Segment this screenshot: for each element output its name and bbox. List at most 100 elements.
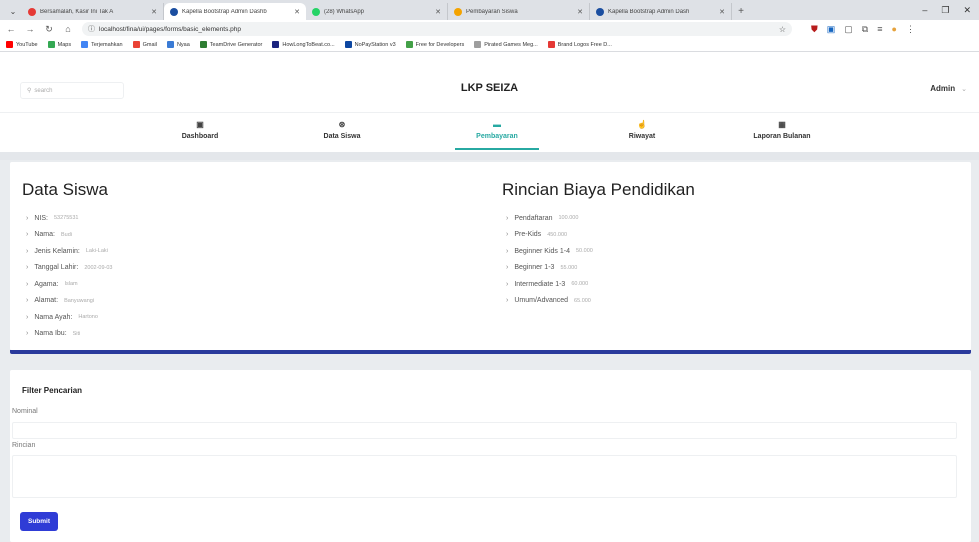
- maximize-icon[interactable]: ❐: [941, 5, 949, 16]
- bookmark-favicon-icon: [6, 41, 13, 48]
- student-data-column: Data Siswa › NIS: 53275531 › Nama: Budi › Jenis…: [22, 180, 112, 342]
- divider: [0, 152, 979, 160]
- field-label: Tanggal Lahir:: [34, 264, 79, 272]
- field-value: 50.000: [576, 248, 593, 255]
- field-label: Nama Ibu:: [34, 330, 67, 338]
- field-label: Intermediate 1-3: [514, 280, 566, 288]
- user-name: Admin: [930, 84, 956, 93]
- bookmark-item[interactable]: TeamDrive Generator: [199, 41, 263, 48]
- fees-title: Rincian Biaya Pendidikan: [502, 180, 695, 199]
- profile-avatar[interactable]: ●: [892, 24, 897, 34]
- bookmark-item[interactable]: Free for Developers: [405, 41, 464, 48]
- bookmark-label: TeamDrive Generator: [209, 41, 263, 48]
- nav-item-laporan-bulanan[interactable]: ▦ Laporan Bulanan: [722, 114, 842, 140]
- bookmark-item[interactable]: Gmail: [132, 41, 157, 48]
- list-item: › Pre-Kids 450.000: [502, 227, 695, 244]
- divider: [0, 112, 979, 113]
- new-tab-button[interactable]: +: [732, 3, 750, 20]
- minimize-icon[interactable]: –: [922, 5, 927, 15]
- field-label: Nama:: [34, 231, 55, 239]
- extension-icon[interactable]: ▣: [827, 24, 836, 35]
- extensions: ⛊ ▣ ▢ ⧉ ≡ ● ⋮: [811, 24, 915, 35]
- browser-tab-bar: ⌄ Bersamalah, Kasir Ini Tak A ✕ Kapella Bo…: [0, 0, 979, 20]
- nav-item-riwayat[interactable]: ☝ Riwayat: [582, 114, 702, 140]
- bookmark-item[interactable]: YouTube: [6, 41, 38, 48]
- card-accent-bar: [10, 350, 971, 354]
- field-value: 65.000: [574, 297, 591, 304]
- reload-icon[interactable]: ↻: [44, 24, 54, 35]
- bookmark-item[interactable]: HowLongToBeat.co...: [272, 41, 335, 48]
- fee-details-column: Rincian Biaya Pendidikan › Pendaftaran 100…: [502, 180, 695, 309]
- bookmark-label: Maps: [57, 41, 72, 48]
- bookmark-item[interactable]: Nyaa: [166, 41, 190, 48]
- browser-tab[interactable]: Kapella Bootstrap Admin Dash ✕: [590, 3, 732, 20]
- close-tab-icon[interactable]: ✕: [151, 8, 157, 16]
- chevron-right-icon: ›: [26, 313, 29, 321]
- forward-icon[interactable]: →: [25, 24, 35, 34]
- tab-search-chevron-icon[interactable]: ⌄: [4, 2, 22, 20]
- chevron-right-icon: ›: [506, 214, 509, 222]
- bookmark-label: HowLongToBeat.co...: [282, 41, 335, 48]
- bookmark-label: Nyaa: [176, 41, 190, 48]
- submit-button[interactable]: Submit: [20, 512, 58, 531]
- close-tab-icon[interactable]: ✕: [719, 8, 725, 16]
- bookmark-item[interactable]: Pirated Games Meg...: [474, 41, 538, 48]
- list-item: › Nama: Budi: [22, 227, 112, 244]
- reading-list-icon[interactable]: ≡: [877, 24, 882, 34]
- bookmark-favicon-icon: [199, 41, 207, 48]
- student-info-card: Data Siswa › NIS: 53275531 › Nama: Budi › Jenis…: [10, 162, 971, 354]
- field-label: Beginner 1-3: [514, 264, 555, 272]
- nav-item-label: Data Siswa: [323, 133, 361, 140]
- address-bar: ← → ↻ ⌂ ⓘ localhost/fina/ui/pages/forms/…: [0, 20, 979, 38]
- chevron-right-icon: ›: [26, 264, 29, 272]
- tab-favicon-icon: [28, 7, 36, 16]
- field-value: Budi: [60, 231, 72, 238]
- nav-item-label: Laporan Bulanan: [753, 133, 811, 140]
- student-title: Data Siswa: [22, 180, 108, 199]
- extension-icon[interactable]: ▢: [844, 24, 853, 35]
- form-title: Filter Pencarian: [22, 386, 83, 395]
- close-tab-icon[interactable]: ✕: [435, 8, 441, 16]
- site-info-icon[interactable]: ⓘ: [88, 24, 95, 34]
- home-icon[interactable]: ⌂: [63, 24, 73, 34]
- list-item: › NIS: 53275531: [22, 210, 112, 227]
- kebab-menu-icon[interactable]: ⋮: [906, 24, 915, 35]
- nav-item-dashboard[interactable]: ▣ Dashboard: [140, 114, 260, 140]
- tab-favicon-icon: [454, 7, 462, 16]
- rincian-textarea[interactable]: [12, 455, 957, 498]
- bookmark-label: Pirated Games Meg...: [484, 41, 538, 48]
- nav-item-pembayaran[interactable]: ▬ Pembayaran: [437, 114, 557, 150]
- bookmark-item[interactable]: Terjemahkan: [81, 41, 123, 48]
- user-menu[interactable]: Admin ⌄: [930, 84, 967, 93]
- list-item: › Agama: Islam: [22, 276, 112, 293]
- bookmark-item[interactable]: Brand Logos Free D...: [547, 41, 612, 48]
- close-tab-icon[interactable]: ✕: [294, 8, 300, 16]
- browser-tab[interactable]: (28) WhatsApp ✕: [306, 3, 448, 20]
- browser-tab[interactable]: Bersamalah, Kasir Ini Tak A ✕: [22, 3, 164, 20]
- field-value: 60.000: [571, 281, 589, 288]
- bookmark-label: Brand Logos Free D...: [557, 41, 612, 48]
- list-item: › Alamat: Banyuwangi: [22, 293, 112, 310]
- nominal-input[interactable]: [12, 422, 957, 439]
- field-value: 450.000: [547, 231, 568, 238]
- field-label: Pendaftaran: [514, 214, 553, 222]
- browser-tab[interactable]: Pembayaran Siswa ✕: [448, 3, 590, 20]
- nav-item-data-siswa[interactable]: ⊛ Data Siswa: [282, 114, 402, 140]
- bookmark-star-icon[interactable]: ☆: [779, 25, 786, 34]
- close-tab-icon[interactable]: ✕: [577, 8, 583, 16]
- chevron-right-icon: ›: [506, 264, 509, 272]
- url-field[interactable]: ⓘ localhost/fina/ui/pages/forms/basic_el…: [82, 22, 792, 36]
- bookmark-favicon-icon: [344, 41, 352, 48]
- bookmark-item[interactable]: Maps: [47, 41, 72, 48]
- bookmark-item[interactable]: NoPayStation v3: [344, 41, 396, 48]
- field-label: Nama Ayah:: [34, 313, 73, 321]
- puzzle-icon[interactable]: ⧉: [862, 24, 868, 35]
- main-nav: ▣ Dashboard ⊛ Data Siswa ▬ Pembayaran ☝ Riwayat…: [0, 114, 979, 152]
- payment-icon: ▬: [493, 120, 501, 129]
- close-window-icon[interactable]: ✕: [963, 5, 971, 16]
- shield-extension-icon[interactable]: ⛊: [811, 24, 818, 35]
- list-item: › Umum/Advanced 65.000: [502, 293, 695, 310]
- browser-tab[interactable]: Kapella Bootstrap Admin Dashb ✕: [164, 3, 306, 20]
- back-icon[interactable]: ←: [6, 24, 16, 34]
- field-value: Siti: [72, 330, 81, 337]
